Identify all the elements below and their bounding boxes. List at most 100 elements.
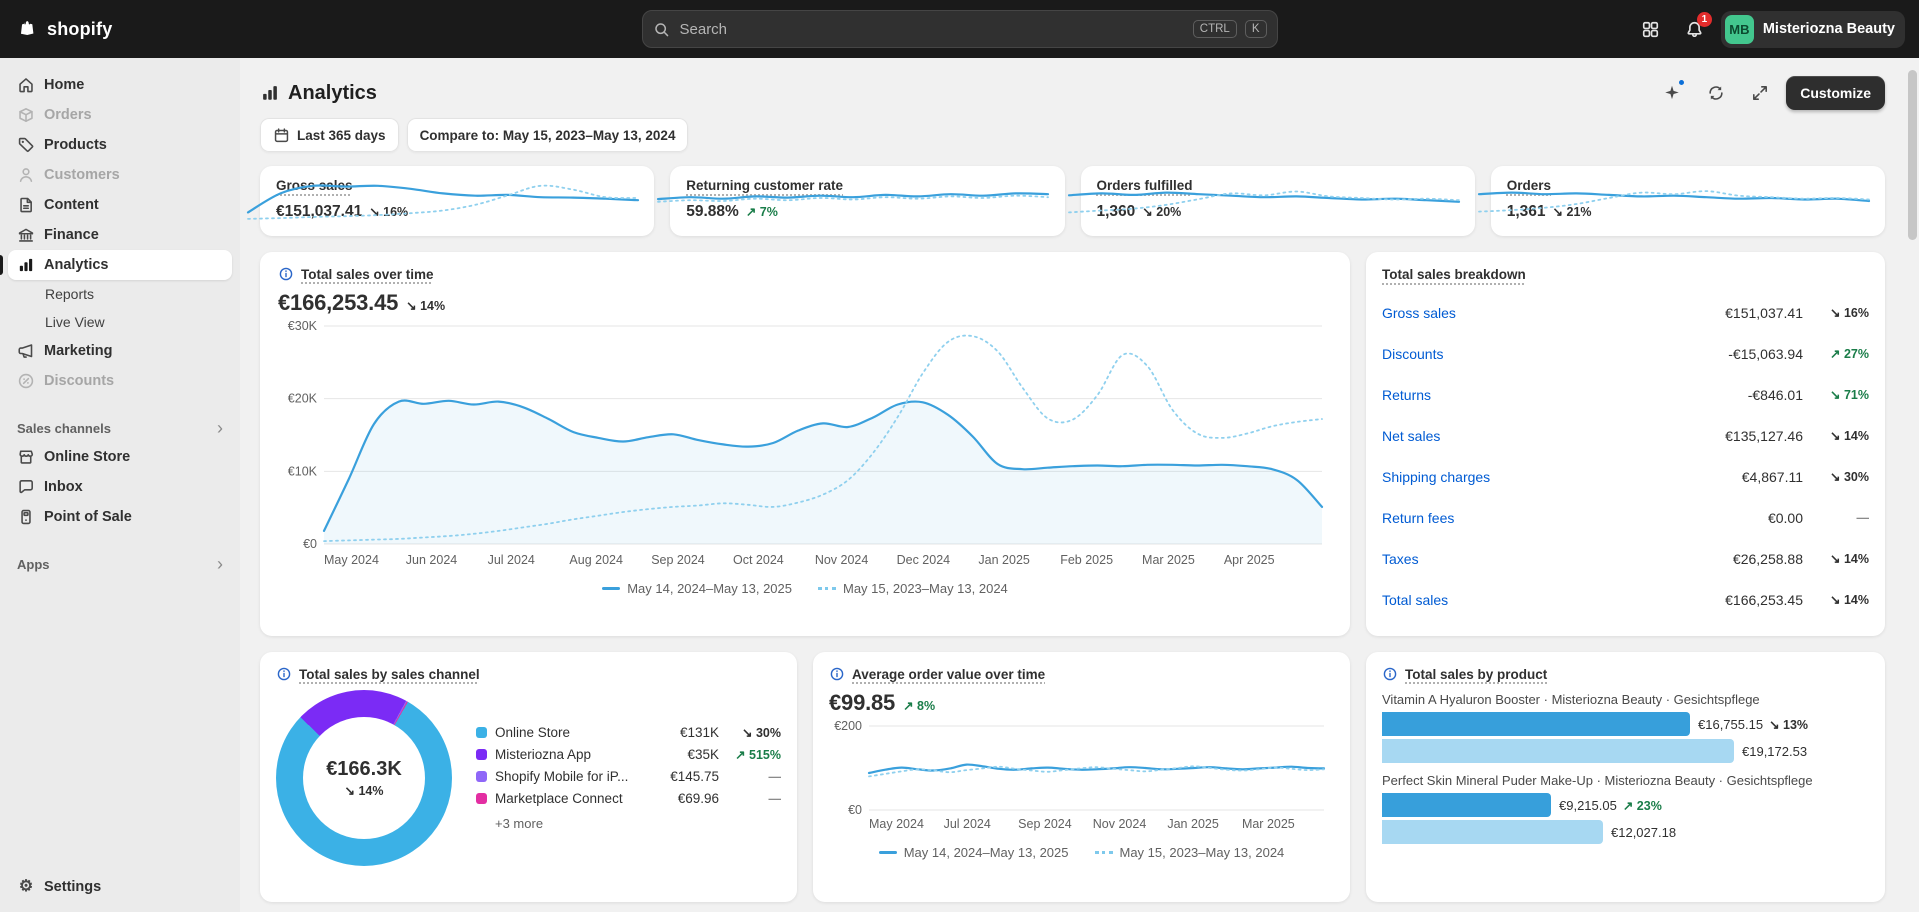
- channel-value: €35K: [687, 747, 719, 762]
- apps-grid-icon: [1641, 20, 1660, 39]
- breakdown-link[interactable]: Shipping charges: [1382, 469, 1742, 485]
- svg-text:Aug 2024: Aug 2024: [569, 553, 623, 567]
- search-input[interactable]: [678, 20, 1185, 39]
- metric-card-orders[interactable]: Orders 1,361 ↘ 21%: [1491, 166, 1885, 236]
- fullscreen-button[interactable]: [1742, 76, 1778, 110]
- product-name: Vitamin A Hyaluron Booster · Misteriozna…: [1382, 692, 1869, 707]
- channel-donut-wrap: €166.3K ↘ 14%: [276, 690, 452, 866]
- refresh-compare-button[interactable]: [1698, 76, 1734, 110]
- svg-text:Oct 2024: Oct 2024: [733, 553, 784, 567]
- store-menu[interactable]: MB Misteriozna Beauty: [1721, 11, 1905, 48]
- product-bar-current[interactable]: [1382, 712, 1690, 736]
- breakdown-link[interactable]: Discounts: [1382, 346, 1728, 362]
- sidebar-item-marketing[interactable]: Marketing: [8, 336, 232, 366]
- channel-change: —: [727, 792, 781, 806]
- customize-button[interactable]: Customize: [1786, 76, 1885, 110]
- card-title-row: Total sales over time: [278, 266, 1332, 282]
- info-icon[interactable]: [829, 666, 845, 682]
- metric-cards: Gross sales €151,037.41 ↘ 16% Returning …: [260, 166, 1885, 236]
- section-title: Sales channels: [17, 421, 111, 436]
- info-icon[interactable]: [278, 266, 294, 282]
- storefront-icon: [17, 448, 35, 466]
- breakdown-link[interactable]: Return fees: [1382, 510, 1768, 526]
- sidebar-item-analytics[interactable]: Analytics: [8, 250, 232, 280]
- channel-legend-row[interactable]: Marketplace Connect €69.96 —: [476, 791, 781, 806]
- orders-icon: [17, 106, 35, 124]
- sidebar-item-discounts[interactable]: Discounts: [8, 366, 232, 396]
- product-bar-row: €19,172.53: [1382, 739, 1869, 763]
- shortcut-key-ctrl: CTRL: [1193, 20, 1237, 38]
- channel-legend-row[interactable]: Misteriozna App €35K ↗ 515%: [476, 747, 781, 762]
- breakdown-link[interactable]: Gross sales: [1382, 305, 1725, 321]
- sidebar-item-settings[interactable]: ⚙ Settings: [8, 872, 232, 902]
- breakdown-row: Returns -€846.01 ↘ 71%: [1382, 374, 1869, 415]
- svg-text:€20K: €20K: [288, 392, 318, 406]
- insights-button[interactable]: [1654, 76, 1690, 110]
- apps-header[interactable]: Apps ›: [8, 550, 232, 578]
- metric-card-returning-customer-rate[interactable]: Returning customer rate 59.88% ↗ 7%: [670, 166, 1064, 236]
- sidebar-item-label: Discounts: [44, 373, 114, 389]
- compare-button[interactable]: Compare to: May 15, 2023–May 13, 2024: [407, 118, 689, 152]
- product-bar-previous[interactable]: [1382, 820, 1603, 844]
- total-sales-line-chart[interactable]: €0€10K€20K€30KMay 2024Jun 2024Jul 2024Au…: [278, 318, 1332, 575]
- metric-card-gross-sales[interactable]: Gross sales €151,037.41 ↘ 16%: [260, 166, 654, 236]
- bar-change: ↗ 23%: [1623, 798, 1662, 813]
- channel-legend-row[interactable]: Online Store €131K ↘ 30%: [476, 725, 781, 740]
- page-scrollbar[interactable]: [1907, 62, 1917, 908]
- sidebar-item-orders[interactable]: Orders: [8, 100, 232, 130]
- breakdown-value: €4,867.11: [1742, 469, 1803, 485]
- channel-legend-row[interactable]: Shopify Mobile for iP... €145.75 —: [476, 769, 781, 784]
- topbar: shopify CTRL K 1 MB Misteriozna Beauty: [0, 0, 1919, 58]
- date-range-button[interactable]: Last 365 days: [260, 118, 399, 152]
- sparkline-chart: [1477, 178, 1871, 224]
- sidebar-item-inbox[interactable]: Inbox: [8, 472, 232, 502]
- sidebar-item-home[interactable]: Home: [8, 70, 232, 100]
- channel-change: —: [727, 770, 781, 784]
- topbar-actions: 1 MB Misteriozna Beauty: [1633, 11, 1919, 48]
- legend-label: May 15, 2023–May 13, 2024: [1120, 845, 1285, 860]
- shopify-bag-icon: [18, 18, 40, 40]
- more-channels-link[interactable]: +3 more: [476, 816, 781, 831]
- product-bar-current[interactable]: [1382, 793, 1551, 817]
- breakdown-link[interactable]: Total sales: [1382, 592, 1725, 608]
- info-icon[interactable]: [276, 666, 292, 682]
- sidebar-item-finance[interactable]: Finance: [8, 220, 232, 250]
- sidebar-item-reports[interactable]: Reports: [8, 280, 232, 308]
- chart-value-row: €99.85 ↗ 8%: [829, 690, 1334, 716]
- sales-channels-header[interactable]: Sales channels ›: [8, 414, 232, 442]
- channel-label: Shopify Mobile for iP...: [495, 769, 662, 784]
- scrollbar-thumb[interactable]: [1908, 70, 1917, 240]
- page-actions: Customize: [1654, 76, 1885, 110]
- breakdown-change: ↘ 14%: [1803, 428, 1869, 443]
- svg-text:May 2024: May 2024: [869, 817, 924, 831]
- sidebar-item-content[interactable]: Content: [8, 190, 232, 220]
- info-icon[interactable]: [1382, 666, 1398, 682]
- product-bar-previous[interactable]: [1382, 739, 1734, 763]
- aov-line-chart[interactable]: €0€200May 2024Jul 2024Sep 2024Nov 2024Ja…: [829, 718, 1334, 839]
- breakdown-link[interactable]: Taxes: [1382, 551, 1733, 567]
- notifications-button[interactable]: 1: [1677, 11, 1713, 47]
- svg-text:Nov 2024: Nov 2024: [1093, 817, 1147, 831]
- breakdown-rows: Gross sales €151,037.41 ↘ 16% Discounts …: [1382, 292, 1869, 620]
- metric-card-orders-fulfilled[interactable]: Orders fulfilled 1,360 ↘ 20%: [1081, 166, 1475, 236]
- shopify-logo[interactable]: shopify: [0, 18, 240, 40]
- breakdown-change: ↘ 30%: [1803, 469, 1869, 484]
- sidebar-item-products[interactable]: Products: [8, 130, 232, 160]
- global-search[interactable]: CTRL K: [642, 10, 1278, 48]
- sidebar-item-point-of-sale[interactable]: Point of Sale: [8, 502, 232, 532]
- svg-text:May 2024: May 2024: [324, 553, 379, 567]
- breakdown-change: ↗ 27%: [1803, 346, 1869, 361]
- breakdown-link[interactable]: Returns: [1382, 387, 1748, 403]
- breakdown-link[interactable]: Net sales: [1382, 428, 1725, 444]
- breakdown-change: ↘ 71%: [1803, 387, 1869, 402]
- connected-apps-button[interactable]: [1633, 11, 1669, 47]
- channel-value: €145.75: [670, 769, 719, 784]
- sidebar-item-online-store[interactable]: Online Store: [8, 442, 232, 472]
- sidebar-item-live-view[interactable]: Live View: [8, 308, 232, 336]
- sidebar-item-label: Point of Sale: [44, 509, 132, 525]
- analytics-icon: [17, 256, 35, 274]
- channel-label: Online Store: [495, 725, 672, 740]
- sidebar-item-label: Inbox: [44, 479, 83, 495]
- sidebar-item-customers[interactable]: Customers: [8, 160, 232, 190]
- product-bar-row: €16,755.15 ↘ 13%: [1382, 712, 1869, 736]
